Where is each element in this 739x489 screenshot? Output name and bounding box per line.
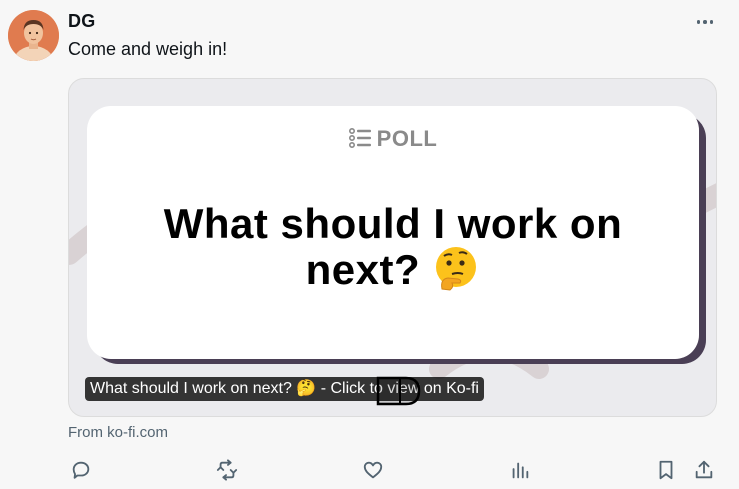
share-icon[interactable] (689, 455, 719, 485)
poll-question: What should I work on next? (117, 201, 669, 297)
avatar[interactable] (8, 10, 59, 61)
poll-question-text: What should I work on next? (163, 200, 623, 293)
more-dots-icon[interactable] (690, 12, 720, 32)
list-icon (348, 128, 371, 149)
post-text: Come and weigh in! (68, 39, 228, 59)
card-source[interactable]: From ko-fi.com (68, 424, 168, 441)
cursor-overlay (376, 376, 421, 406)
bookmark-icon[interactable] (651, 455, 681, 485)
action-bar (0, 455, 739, 485)
poll-tag-label: POLL (376, 126, 438, 151)
like-icon[interactable] (358, 455, 388, 485)
link-card[interactable]: POLL What should I work on next? What sh… (68, 78, 717, 417)
poll-tag: POLL (87, 126, 699, 152)
repost-icon[interactable] (212, 455, 242, 485)
thinking-emoji-icon (436, 246, 477, 291)
views-icon[interactable] (505, 455, 535, 485)
reply-icon[interactable] (66, 455, 96, 485)
author-name[interactable]: DG (68, 11, 95, 32)
poll-card: POLL What should I work on next? (87, 106, 699, 359)
card-caption: What should I work on next? 🤔 - Click to… (85, 377, 484, 401)
post: DG Come and weigh in! POLL What should I… (0, 0, 739, 489)
